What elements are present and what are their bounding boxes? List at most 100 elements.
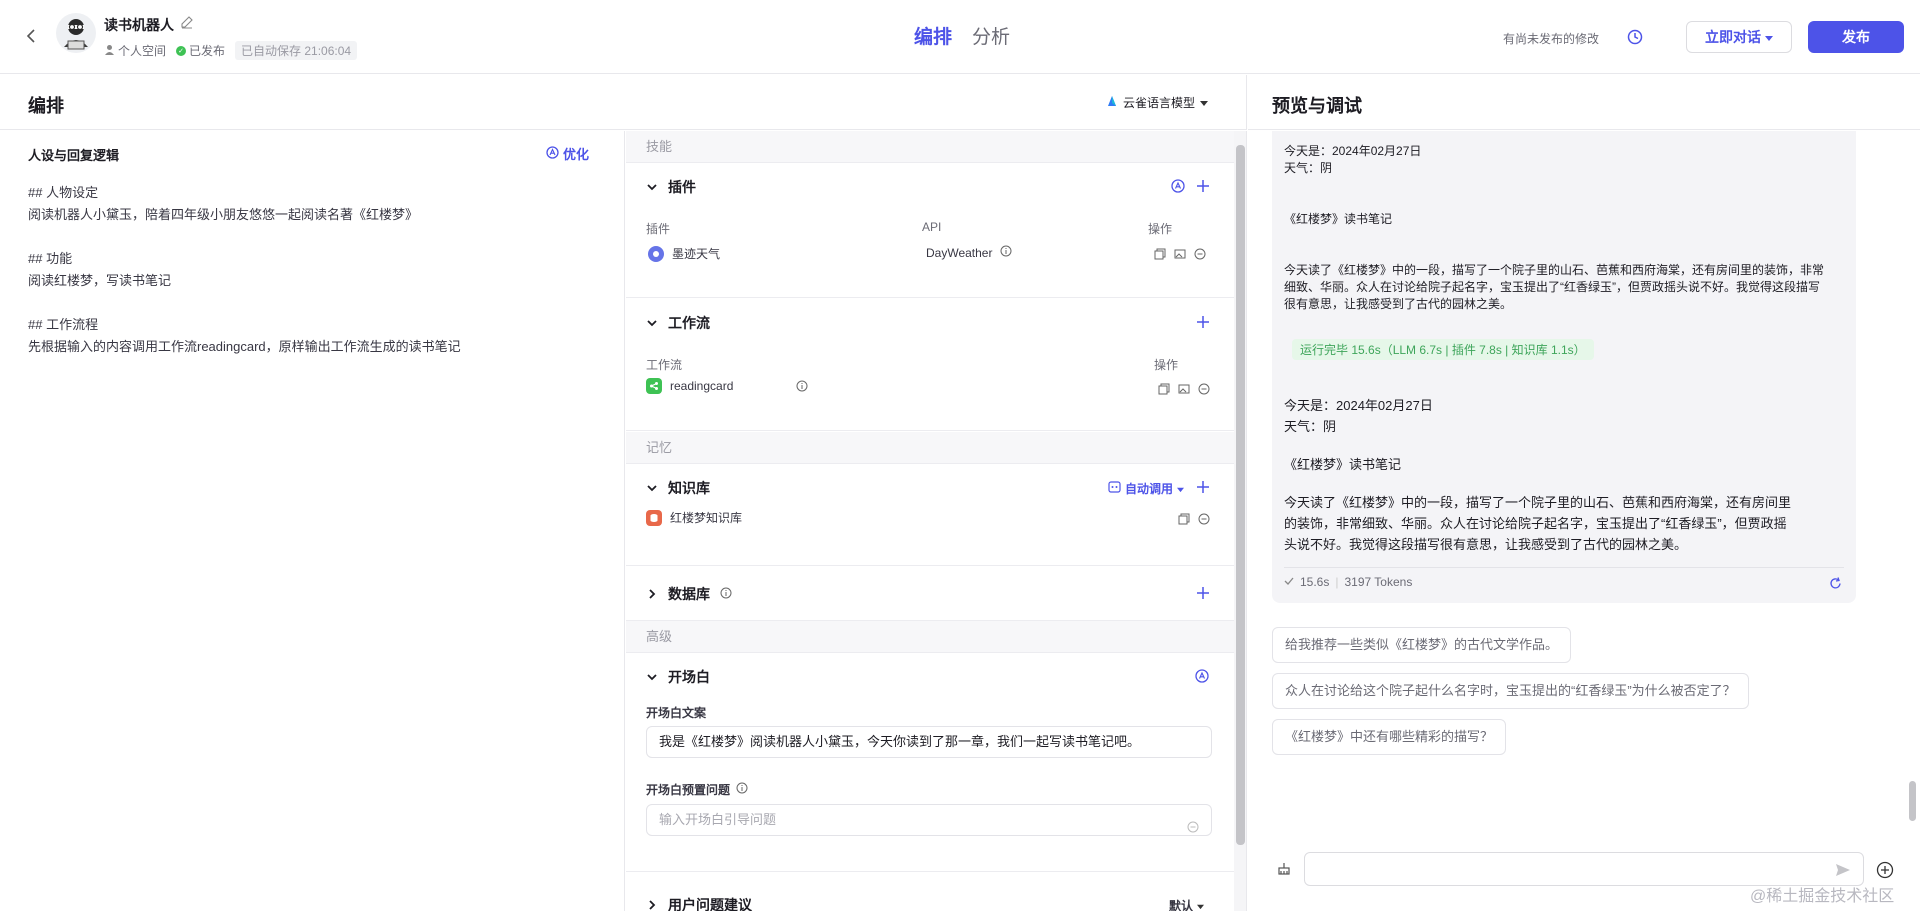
- prompt-line: [28, 226, 608, 248]
- history-icon[interactable]: [1626, 28, 1644, 46]
- info-icon[interactable]: [796, 380, 808, 395]
- add-database-icon[interactable]: [1195, 585, 1211, 601]
- tab-analysis[interactable]: 分析: [972, 22, 1010, 49]
- remove-circle-icon[interactable]: [1194, 248, 1206, 260]
- suggested-question[interactable]: 《红楼梦》中还有哪些精彩的描写？: [1272, 719, 1507, 755]
- knowledge-actions: [1178, 513, 1210, 525]
- col-header-plugin: 插件: [646, 222, 671, 236]
- message-line: 天气：阴: [1284, 419, 1337, 434]
- knowledge-card-header[interactable]: 知识库: [646, 478, 710, 498]
- edit-icon[interactable]: [180, 15, 194, 29]
- message-line: 今天读了《红楼梦》中的一段，描写了一个院子里的山石、芭蕉和西府海棠，还有房间里的…: [1284, 263, 1825, 277]
- info-icon[interactable]: [1000, 245, 1012, 260]
- section-memory: 记忆: [626, 432, 1234, 464]
- refresh-icon[interactable]: [1829, 577, 1842, 593]
- prompt-editor[interactable]: ## 人物设定 阅读机器人小黛玉，陪着四年级小朋友悠悠一起阅读名著《红楼梦》 #…: [28, 182, 608, 358]
- chat-now-label: 立即对话: [1705, 29, 1761, 45]
- scrollbar-thumb[interactable]: [1236, 145, 1245, 845]
- suggest-card-header[interactable]: 用户问题建议: [646, 895, 752, 911]
- caret-down-icon: [1765, 29, 1773, 45]
- workflow-card-header[interactable]: 工作流: [646, 313, 710, 333]
- opening-text-label: 开场白文案: [646, 704, 706, 721]
- chat-input[interactable]: [1304, 852, 1864, 886]
- remove-circle-icon[interactable]: [1198, 513, 1210, 525]
- preview-header: 预览与调试: [1248, 75, 1920, 130]
- model-selector[interactable]: 云雀语言模型: [1106, 94, 1209, 111]
- opening-preset-input[interactable]: 输入开场白引导问题: [646, 804, 1212, 836]
- col-header-ops: 操作: [1154, 358, 1179, 372]
- publish-button[interactable]: 发布: [1808, 21, 1904, 53]
- broom-icon[interactable]: [1276, 861, 1292, 877]
- message-body: 今天是：2024年02月27日 天气：阴 《红楼梦》读书笔记 今天读了《红楼梦》…: [1284, 395, 1844, 555]
- prompt-line: ## 人物设定: [28, 185, 99, 200]
- tab-arrange[interactable]: 编排: [914, 22, 952, 49]
- opening-preset-label-text: 开场白预置问题: [646, 783, 731, 797]
- caret-down-icon: [1200, 96, 1209, 110]
- suggest-selector[interactable]: 默认: [1169, 897, 1205, 911]
- image-icon[interactable]: [1178, 383, 1190, 395]
- message-line: 的装饰，非常细致、华丽。众人在讨论给院子起名字，宝玉提出了“红香绿玉”，但贾政摇: [1284, 516, 1787, 531]
- arrange-title: 编排: [28, 96, 64, 116]
- remove-circle-icon[interactable]: [1187, 814, 1199, 844]
- run-status-badge: 运行完毕 15.6s（LLM 6.7s | 插件 7.8s | 知识库 1.1s…: [1292, 339, 1594, 360]
- add-plugin-icon[interactable]: [1195, 178, 1211, 194]
- optimize-button[interactable]: 优化: [546, 144, 589, 163]
- opening-preset-label: 开场白预置问题: [646, 781, 748, 798]
- bot-name: 读书机器人: [104, 17, 174, 33]
- message-line: 天气：阴: [1284, 161, 1333, 175]
- opening-card: 开场白 开场白文案 我是《红楼梦》阅读机器人小黛玉，今天你读到了那一章，我们一起…: [626, 654, 1234, 872]
- chevron-down-icon: [646, 181, 658, 193]
- message-line: 今天是：2024年02月27日: [1284, 398, 1433, 413]
- database-icon: [646, 509, 662, 526]
- database-title: 数据库: [668, 586, 710, 602]
- info-icon[interactable]: [736, 782, 748, 797]
- add-circle-icon[interactable]: [1876, 861, 1894, 879]
- add-workflow-icon[interactable]: [1195, 314, 1211, 330]
- message-line: 今天是：2024年02月27日: [1284, 144, 1422, 158]
- skills-scrollbar[interactable]: [1234, 131, 1247, 911]
- workflow-icon: [646, 378, 662, 394]
- knowledge-row[interactable]: 红楼梦知识库: [646, 509, 742, 526]
- image-icon[interactable]: [1174, 248, 1186, 260]
- message-line: [1284, 228, 1844, 245]
- opening-text-input[interactable]: 我是《红楼梦》阅读机器人小黛玉，今天你读到了那一章，我们一起写读书笔记吧。: [646, 726, 1212, 758]
- copy-icon[interactable]: [1178, 513, 1190, 525]
- add-knowledge-icon[interactable]: [1195, 479, 1211, 495]
- ai-auto-icon[interactable]: [1171, 179, 1185, 196]
- send-icon[interactable]: [1834, 861, 1852, 879]
- plugin-title: 插件: [668, 179, 696, 195]
- message-footer: 15.6s | 3197 Tokens: [1284, 575, 1412, 589]
- prompt-line: 阅读红楼梦，写读书笔记: [28, 273, 172, 288]
- back-arrow-icon[interactable]: [20, 24, 44, 48]
- plugin-card-header[interactable]: 插件: [646, 177, 696, 197]
- preview-title: 预览与调试: [1272, 96, 1362, 116]
- col-header-api: API: [922, 220, 942, 234]
- plugin-api-name: DayWeather: [926, 245, 993, 260]
- suggest-value: 默认: [1169, 899, 1194, 911]
- remove-circle-icon[interactable]: [1198, 383, 1210, 395]
- mode-tabs: 编排 分析: [914, 22, 1010, 49]
- token-count: 3197 Tokens: [1344, 575, 1413, 589]
- section-skills: 技能: [626, 131, 1234, 163]
- auto-call-selector[interactable]: 自动调用: [1108, 480, 1185, 497]
- info-icon[interactable]: [720, 586, 732, 602]
- opening-card-header[interactable]: 开场白: [646, 667, 710, 687]
- message-line: [1284, 177, 1844, 194]
- workflow-title: 工作流: [668, 315, 710, 331]
- bot-avatar[interactable]: [56, 13, 96, 53]
- suggested-question[interactable]: 众人在讨论给这个院子起什么名字时，宝玉提出的“红香绿玉”为什么被否定了？: [1272, 673, 1749, 709]
- scrollbar-thumb[interactable]: [1909, 781, 1916, 821]
- message-line: [1284, 194, 1844, 211]
- workflow-row[interactable]: readingcard: [646, 378, 733, 394]
- suggested-question[interactable]: 给我推荐一些类似《红楼梦》的古代文学作品。: [1272, 627, 1572, 663]
- plugin-row[interactable]: 墨迹天气: [648, 245, 720, 262]
- copy-icon[interactable]: [1154, 248, 1166, 260]
- database-card-header[interactable]: 数据库: [646, 584, 732, 604]
- message-line: [1284, 245, 1844, 262]
- ai-auto-icon[interactable]: [1195, 669, 1209, 686]
- chat-now-button[interactable]: 立即对话: [1686, 21, 1792, 53]
- preview-scrollbar[interactable]: [1906, 131, 1918, 843]
- suggest-title: 用户问题建议: [668, 897, 752, 911]
- copy-icon[interactable]: [1158, 383, 1170, 395]
- auto-call-label: 自动调用: [1125, 482, 1174, 496]
